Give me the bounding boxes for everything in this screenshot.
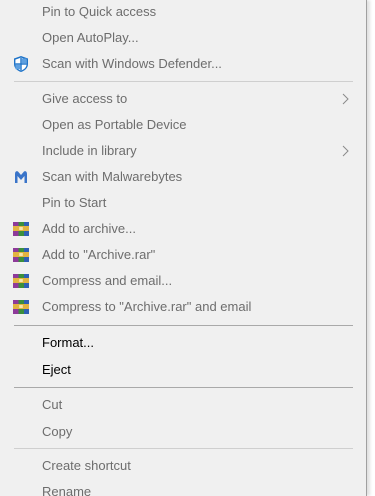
menu-separator	[14, 325, 353, 326]
menu-item-label: Scan with Malwarebytes	[42, 169, 183, 184]
menu-item-label: Copy	[42, 424, 73, 439]
windows-defender-icon	[12, 55, 30, 73]
menu-item-add-to-archive-rar[interactable]: Add to "Archive.rar"	[0, 243, 366, 267]
menu-item-scan-windows-defender[interactable]: Scan with Windows Defender...	[0, 52, 366, 76]
menu-item-label: Cut	[42, 397, 63, 412]
menu-item-label: Open AutoPlay...	[42, 30, 139, 45]
menu-item-eject[interactable]: Eject	[0, 358, 366, 382]
menu-item-label: Format...	[42, 335, 95, 350]
menu-item-format[interactable]: Format...	[0, 331, 366, 355]
menu-item-label: Open as Portable Device	[42, 117, 187, 132]
menu-item-label: Rename	[42, 484, 92, 496]
menu-item-create-shortcut[interactable]: Create shortcut	[0, 454, 366, 478]
winrar-icon	[12, 272, 30, 290]
menu-item-label: Give access to	[42, 91, 128, 106]
malwarebytes-icon	[12, 168, 30, 186]
menu-item-label: Pin to Start	[42, 195, 107, 210]
menu-item-add-to-archive[interactable]: Add to archive...	[0, 217, 366, 241]
menu-item-compress-to-archive-and-email[interactable]: Compress to "Archive.rar" and email	[0, 295, 366, 319]
menu-item-cut[interactable]: Cut	[0, 393, 366, 417]
menu-item-label: Compress to "Archive.rar" and email	[42, 299, 252, 314]
menu-separator	[14, 81, 353, 82]
menu-item-scan-malwarebytes[interactable]: Scan with Malwarebytes	[0, 165, 366, 189]
menu-item-pin-to-quick-access[interactable]: Pin to Quick access	[0, 0, 366, 24]
menu-item-include-in-library[interactable]: Include in library	[0, 139, 366, 163]
winrar-icon	[12, 220, 30, 238]
chevron-right-icon	[338, 92, 352, 106]
menu-item-open-autoplay[interactable]: Open AutoPlay...	[0, 26, 366, 50]
menu-item-copy[interactable]: Copy	[0, 420, 366, 444]
winrar-icon	[12, 298, 30, 316]
menu-item-label: Add to archive...	[42, 221, 136, 236]
context-menu: Pin to Quick access Open AutoPlay... Sca…	[0, 0, 367, 496]
winrar-icon	[12, 246, 30, 264]
menu-item-label: Eject	[42, 362, 71, 377]
menu-item-label: Scan with Windows Defender...	[42, 56, 222, 71]
menu-item-label: Include in library	[42, 143, 137, 158]
chevron-right-icon	[338, 144, 352, 158]
menu-item-label: Add to "Archive.rar"	[42, 247, 156, 262]
menu-item-label: Compress and email...	[42, 273, 173, 288]
menu-separator	[14, 387, 353, 388]
menu-item-label: Pin to Quick access	[42, 4, 157, 19]
menu-item-compress-and-email[interactable]: Compress and email...	[0, 269, 366, 293]
menu-item-label: Create shortcut	[42, 458, 131, 473]
menu-item-rename[interactable]: Rename	[0, 480, 366, 496]
menu-item-open-portable-device[interactable]: Open as Portable Device	[0, 113, 366, 137]
menu-item-pin-to-start[interactable]: Pin to Start	[0, 191, 366, 215]
menu-separator	[14, 448, 353, 449]
menu-item-give-access-to[interactable]: Give access to	[0, 87, 366, 111]
